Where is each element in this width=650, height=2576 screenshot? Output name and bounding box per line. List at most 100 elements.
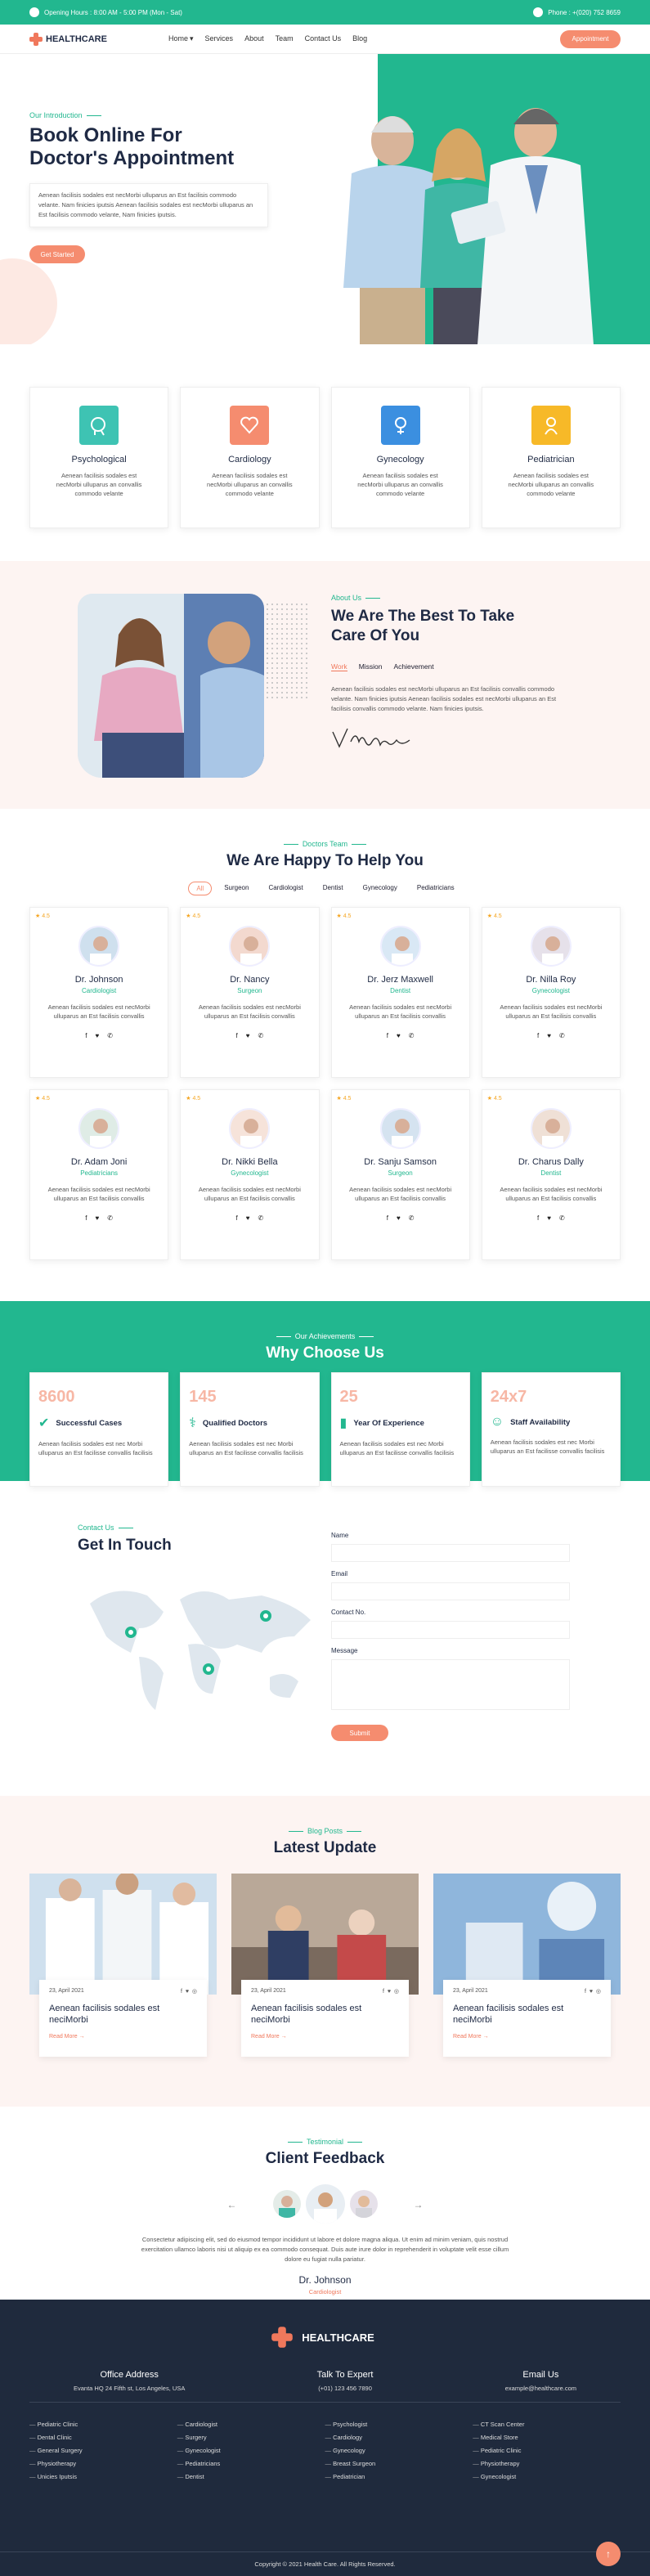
doctor-card[interactable]: ★ 4.5 Dr. Nilla Roy Gynecologist Aenean fac…	[481, 907, 621, 1078]
nav-services[interactable]: Services	[205, 34, 234, 43]
email-us: Email Us example@healthcare.com	[504, 2370, 576, 2392]
phone-icon[interactable]: ✆	[258, 1032, 264, 1039]
filter-gynecology[interactable]: Gynecology	[356, 882, 405, 895]
email-field[interactable]	[331, 1582, 570, 1600]
doctor-card[interactable]: ★ 4.5 Dr. Charus Dally Dentist Aenean facil…	[481, 1089, 621, 1260]
testimonial-quote: Consectetur adipiscing elit, sed do eius…	[141, 2236, 509, 2263]
doctor-card[interactable]: ★ 4.5 Dr. Adam Joni Pediatricians Aenean fa…	[29, 1089, 169, 1260]
doctor-card[interactable]: ★ 4.5 Dr. Nancy Surgeon Aenean facilisis so…	[180, 907, 320, 1078]
doctor-avatar	[530, 1108, 572, 1149]
blog-card[interactable]: 23, April 2021 f ♥ ◎ Aenean facilisis soda…	[231, 1874, 419, 2078]
phone-icon[interactable]: ✆	[559, 1214, 565, 1222]
filter-all[interactable]: All	[188, 882, 213, 895]
rating-badge: ★ 4.5	[35, 1096, 50, 1102]
facebook-icon[interactable]: f	[387, 1032, 388, 1039]
client-avatar-active[interactable]	[305, 2184, 345, 2224]
message-field[interactable]	[331, 1659, 570, 1710]
medical-cross-icon	[271, 2327, 294, 2348]
share-icons: f ♥ ◎	[383, 1989, 399, 1995]
twitter-icon[interactable]: ♥	[246, 1032, 250, 1039]
service-card-gynecology[interactable]: Gynecology Aenean facilisis sodales est n…	[330, 387, 470, 528]
twitter-icon[interactable]: ♥	[96, 1214, 100, 1222]
prev-arrow-icon[interactable]: ←	[227, 2199, 237, 2210]
filter-cardiologist[interactable]: Cardiologist	[261, 882, 310, 895]
doctor-name: Dr. Johnson	[74, 975, 123, 985]
twitter-icon[interactable]: ♥	[397, 1032, 401, 1039]
phone-icon[interactable]: ✆	[409, 1214, 415, 1222]
next-arrow-icon[interactable]: →	[414, 2199, 424, 2210]
twitter-icon[interactable]: ♥	[547, 1214, 551, 1222]
contact-title: Get In Touch	[78, 1537, 172, 1554]
facebook-icon[interactable]: f	[85, 1214, 87, 1222]
facebook-icon[interactable]: f	[236, 1214, 238, 1222]
share-icons: f ♥ ◎	[181, 1989, 197, 1995]
phone-icon[interactable]: ✆	[258, 1214, 264, 1222]
nav-home[interactable]: Home	[168, 34, 188, 43]
service-card-cardiology[interactable]: Cardiology Aenean facilisis sodales est n…	[180, 387, 320, 528]
tab-work[interactable]: Work	[331, 662, 347, 671]
doctor-avatar	[78, 1108, 120, 1149]
team-eyebrow: Doctors Team	[29, 840, 621, 848]
copyright: Copyright © 2021 Health Care. All Rights…	[0, 2551, 650, 2576]
tab-mission[interactable]: Mission	[359, 662, 383, 671]
client-avatar[interactable]	[349, 2190, 378, 2218]
appointment-button[interactable]: Appointment	[560, 29, 621, 48]
doctor-specialty: Pediatricians	[80, 1169, 119, 1177]
chevron-down-icon[interactable]: ▾	[190, 34, 194, 43]
facebook-icon[interactable]: f	[85, 1032, 87, 1039]
twitter-icon[interactable]: ♥	[547, 1032, 551, 1039]
stat-card: 25 ▮ Year Of Experience Aenean facilisis so…	[330, 1372, 470, 1487]
get-started-button[interactable]: Get Started	[29, 245, 85, 263]
clock-icon	[29, 7, 39, 17]
blog-image	[29, 1874, 217, 1995]
nav-about[interactable]: About	[244, 34, 264, 43]
logo[interactable]: HEALTHCARE	[29, 32, 168, 46]
doctor-name: Dr. Nancy	[230, 975, 270, 985]
team-title: We Are Happy To Help You	[226, 852, 424, 869]
facebook-icon[interactable]: f	[236, 1032, 238, 1039]
phone-icon[interactable]: ✆	[107, 1214, 113, 1222]
doctor-card[interactable]: ★ 4.5 Dr. Jerz Maxwell Dentist Aenean facil…	[330, 907, 470, 1078]
baby-icon	[531, 406, 571, 445]
phone-number[interactable]: Phone : +(020) 752 8659	[548, 9, 621, 16]
facebook-icon[interactable]: f	[387, 1214, 388, 1222]
client-avatar[interactable]	[272, 2190, 301, 2218]
scroll-to-top-button[interactable]: ↑	[596, 2542, 621, 2566]
contact-no-field[interactable]	[331, 1621, 570, 1639]
why-title: Why Choose Us	[266, 1344, 384, 1362]
nav-blog[interactable]: Blog	[352, 34, 367, 43]
service-card-pediatrician[interactable]: Pediatrician Aenean facilisis sodales est…	[481, 387, 621, 528]
about-text: Aenean facilisis sodales est necMorbi ul…	[331, 685, 557, 712]
footer-logo[interactable]: HEALTHCARE	[0, 2327, 650, 2348]
read-more-link[interactable]: Read More →	[49, 2034, 197, 2040]
phone-icon[interactable]: ✆	[559, 1032, 565, 1039]
facebook-icon[interactable]: f	[537, 1214, 539, 1222]
filter-surgeon[interactable]: Surgeon	[217, 882, 256, 895]
blog-card[interactable]: 23, April 2021 f ♥ ◎ Aenean facilisis soda…	[29, 1874, 217, 2078]
twitter-icon[interactable]: ♥	[96, 1032, 100, 1039]
nav-team[interactable]: Team	[276, 34, 294, 43]
blog-section: Blog Posts Latest Update 23, April 2021 f…	[0, 1796, 650, 2107]
nav-contact[interactable]: Contact Us	[305, 34, 342, 43]
filter-pediatricians[interactable]: Pediatricians	[410, 882, 462, 895]
phone-icon[interactable]: ✆	[409, 1032, 415, 1039]
facebook-icon[interactable]: f	[537, 1032, 539, 1039]
tab-achievement[interactable]: Achievement	[394, 662, 434, 671]
name-field[interactable]	[331, 1544, 570, 1562]
filter-dentist[interactable]: Dentist	[316, 882, 351, 895]
read-more-link[interactable]: Read More →	[251, 2034, 399, 2040]
phone-icon[interactable]: ✆	[107, 1032, 113, 1039]
doctor-specialty: Surgeon	[388, 1169, 413, 1177]
doctor-card[interactable]: ★ 4.5 Dr. Johnson Cardiologist Aenean facil…	[29, 907, 169, 1078]
doctor-card[interactable]: ★ 4.5 Dr. Nikki Bella Gynecologist Aenean f…	[180, 1089, 320, 1260]
rating-badge: ★ 4.5	[486, 913, 502, 919]
twitter-icon[interactable]: ♥	[246, 1214, 250, 1222]
name-label: Name	[331, 1532, 349, 1539]
service-card-psychological[interactable]: Psychological Aenean facilisis sodales es…	[29, 387, 169, 528]
doctor-name: Dr. Charus Dally	[518, 1157, 584, 1167]
twitter-icon[interactable]: ♥	[397, 1214, 401, 1222]
submit-button[interactable]: Submit	[331, 1725, 388, 1741]
doctor-card[interactable]: ★ 4.5 Dr. Sanju Samson Surgeon Aenean facil…	[330, 1089, 470, 1260]
read-more-link[interactable]: Read More →	[453, 2034, 601, 2040]
blog-card[interactable]: 23, April 2021 f ♥ ◎ Aenean facilisis soda…	[433, 1874, 621, 2078]
